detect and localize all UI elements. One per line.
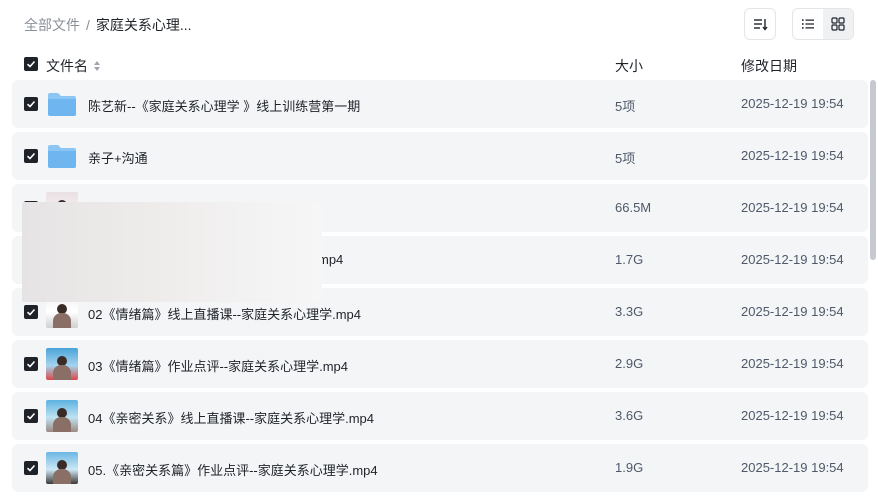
view-toggle: [792, 8, 854, 40]
check-icon: [26, 464, 36, 472]
breadcrumb: 全部文件 / 家庭关系心理...: [24, 16, 192, 34]
row-checkbox[interactable]: [24, 305, 38, 319]
check-icon: [26, 100, 36, 108]
video-thumbnail: [46, 452, 78, 484]
file-name[interactable]: 亲子+沟通: [88, 148, 148, 167]
file-size: 2.9G: [615, 356, 644, 371]
table-row[interactable]: 03《情绪篇》作业点评--家庭关系心理学.mp4 2.9G 2025-12-19…: [12, 340, 868, 388]
breadcrumb-separator: /: [86, 17, 90, 33]
check-icon: [26, 152, 36, 160]
row-checkbox[interactable]: [24, 357, 38, 371]
file-size: 3.6G: [615, 408, 644, 423]
file-date: 2025-12-19 19:54: [741, 200, 844, 215]
table-row[interactable]: 04《亲密关系》线上直播课--家庭关系心理学.mp4 3.6G 2025-12-…: [12, 392, 868, 440]
file-date: 2025-12-19 19:54: [741, 304, 844, 319]
file-size: 5项: [615, 99, 636, 114]
grid-view-icon: [831, 17, 845, 31]
file-size: 1.7G: [615, 252, 644, 267]
breadcrumb-current: 家庭关系心理...: [95, 17, 192, 33]
video-thumbnail: [46, 348, 78, 380]
file-date: 2025-12-19 19:54: [741, 148, 844, 163]
file-date: 2025-12-19 19:54: [741, 252, 844, 267]
file-name[interactable]: 陈艺新--《家庭关系心理学 》线上训练营第一期: [88, 96, 360, 115]
check-icon: [26, 360, 36, 368]
size-column-header[interactable]: 大小: [615, 56, 643, 76]
person-body-shape: [53, 365, 71, 380]
top-bar: 全部文件 / 家庭关系心理...: [0, 0, 878, 48]
table-row[interactable]: 亲子+沟通 5项 2025-12-19 19:54: [12, 132, 868, 180]
file-date: 2025-12-19 19:54: [741, 356, 844, 371]
file-size: 3.3G: [615, 304, 644, 319]
table-header: 文件名 大小 修改日期: [12, 48, 868, 80]
row-checkbox[interactable]: [24, 409, 38, 423]
list-view-icon: [802, 19, 814, 29]
check-icon: [26, 308, 36, 316]
redaction-overlay: [22, 202, 322, 302]
person-body-shape: [53, 417, 71, 432]
folder-icon: [48, 145, 76, 168]
file-name[interactable]: 05.《亲密关系篇》作业点评--家庭关系心理学.mp4: [88, 460, 378, 479]
list-view-button[interactable]: [793, 9, 823, 39]
sort-button[interactable]: [744, 8, 776, 40]
sort-icon: [754, 19, 768, 31]
file-size: 66.5M: [615, 200, 652, 215]
check-icon: [26, 412, 36, 420]
sort-toggle-icon: [94, 61, 100, 71]
file-name[interactable]: 04《亲密关系》线上直播课--家庭关系心理学.mp4: [88, 408, 374, 427]
check-icon: [26, 60, 36, 68]
video-thumbnail: [46, 400, 78, 432]
file-size: 5项: [615, 151, 636, 166]
row-checkbox[interactable]: [24, 461, 38, 475]
file-size: 1.9G: [615, 460, 644, 475]
scrollbar-thumb[interactable]: [870, 80, 876, 260]
person-body-shape: [53, 313, 71, 328]
file-name[interactable]: 02《情绪篇》线上直播课--家庭关系心理学.mp4: [88, 304, 361, 323]
row-checkbox[interactable]: [24, 149, 38, 163]
row-checkbox[interactable]: [24, 97, 38, 111]
name-column-label: 文件名: [46, 58, 88, 74]
name-column-header[interactable]: 文件名: [46, 56, 101, 76]
file-date: 2025-12-19 19:54: [741, 408, 844, 423]
file-name[interactable]: 03《情绪篇》作业点评--家庭关系心理学.mp4: [88, 356, 348, 375]
table-row[interactable]: 陈艺新--《家庭关系心理学 》线上训练营第一期 5项 2025-12-19 19…: [12, 80, 868, 128]
folder-icon: [48, 93, 76, 116]
select-all-checkbox[interactable]: [24, 57, 38, 71]
grid-view-button[interactable]: [823, 9, 853, 39]
file-date: 2025-12-19 19:54: [741, 96, 844, 111]
date-column-header[interactable]: 修改日期: [741, 56, 797, 76]
person-body-shape: [53, 469, 71, 484]
table-row[interactable]: 05.《亲密关系篇》作业点评--家庭关系心理学.mp4 1.9G 2025-12…: [12, 444, 868, 492]
breadcrumb-root-link[interactable]: 全部文件: [24, 16, 80, 34]
file-date: 2025-12-19 19:54: [741, 460, 844, 475]
